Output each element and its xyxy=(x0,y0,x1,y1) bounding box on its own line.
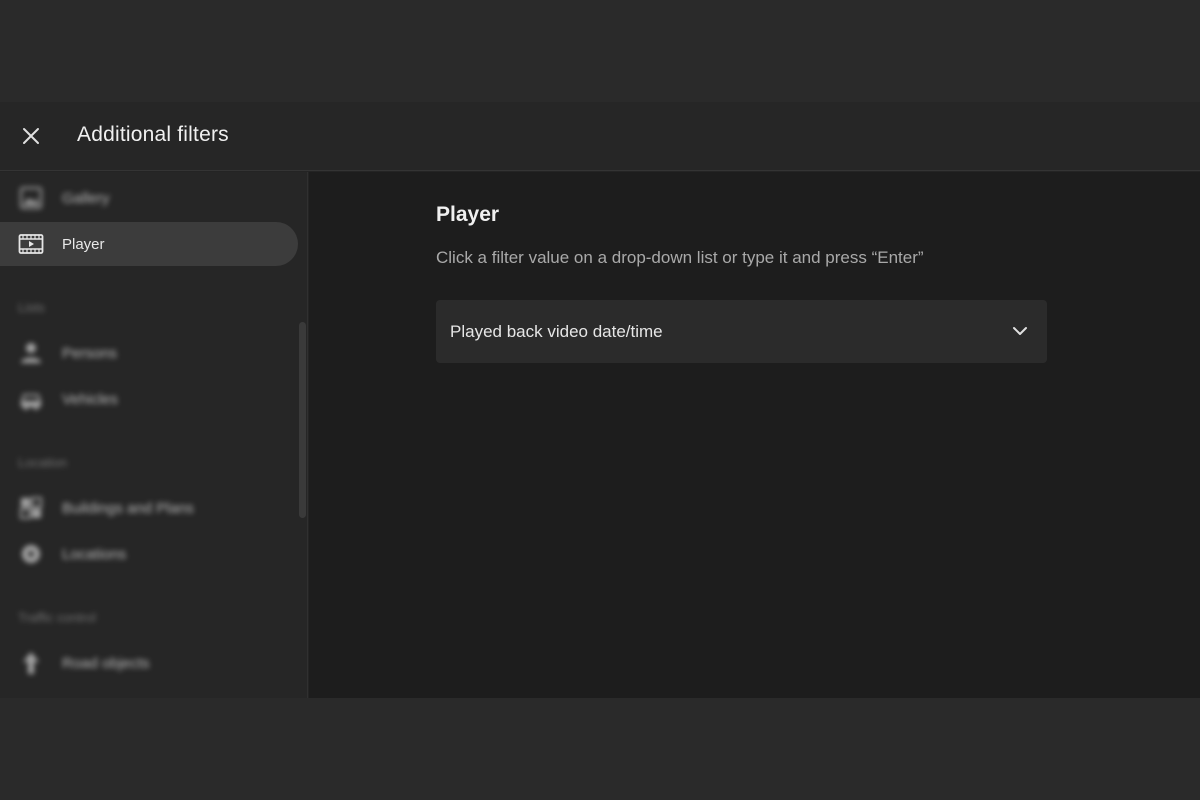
sidebar-item-label: Locations xyxy=(62,545,127,563)
filters-dialog: Additional filters Gallery Player Lists … xyxy=(0,102,1200,698)
sidebar-item-buildings[interactable]: Buildings and Plans xyxy=(0,486,298,530)
filter-title: Player xyxy=(436,203,500,226)
sidebar-item-gallery[interactable]: Gallery xyxy=(0,176,298,220)
sidebar-item-label: Vehicles xyxy=(62,390,118,408)
sidebar-section-lists: Lists xyxy=(18,300,45,315)
dialog-header: Additional filters xyxy=(0,102,1200,171)
close-icon xyxy=(23,128,39,144)
close-button[interactable] xyxy=(16,121,46,151)
gallery-icon xyxy=(17,184,45,212)
film-player-icon xyxy=(17,230,45,258)
sidebar-item-vehicles[interactable]: Vehicles xyxy=(0,377,298,421)
chevron-down-icon xyxy=(1009,320,1031,342)
filter-hint: Click a filter value on a drop-down list… xyxy=(436,248,924,267)
sidebar-scrollbar[interactable] xyxy=(299,322,306,518)
sidebar-item-persons[interactable]: Persons xyxy=(0,331,298,375)
sidebar-item-label: Gallery xyxy=(62,189,110,207)
sidebar-item-label: Buildings and Plans xyxy=(62,499,194,517)
sidebar-item-road-objects[interactable]: Road objects xyxy=(0,641,298,685)
persons-icon xyxy=(17,339,45,367)
sidebar-item-locations[interactable]: Locations xyxy=(0,532,298,576)
sidebar-section-location: Location xyxy=(18,455,68,470)
vehicles-icon xyxy=(17,385,45,413)
sidebar-item-label: Persons xyxy=(62,344,118,362)
sidebar-item-label: Player xyxy=(62,235,105,253)
sidebar-item-player[interactable]: Player xyxy=(0,222,298,266)
filters-sidebar: Gallery Player Lists Persons Vehicles Lo… xyxy=(0,172,308,698)
sidebar-item-label: Road objects xyxy=(62,654,150,672)
filter-content: Player Click a filter value on a drop-do… xyxy=(309,172,1200,698)
dialog-title: Additional filters xyxy=(77,123,229,146)
dropdown-value: Played back video date/time xyxy=(450,321,663,341)
locations-icon xyxy=(17,540,45,568)
sidebar-section-traffic: Traffic control xyxy=(18,610,97,625)
road-objects-icon xyxy=(17,649,45,677)
played-back-video-datetime-dropdown[interactable]: Played back video date/time xyxy=(436,300,1047,363)
buildings-icon xyxy=(17,494,45,522)
